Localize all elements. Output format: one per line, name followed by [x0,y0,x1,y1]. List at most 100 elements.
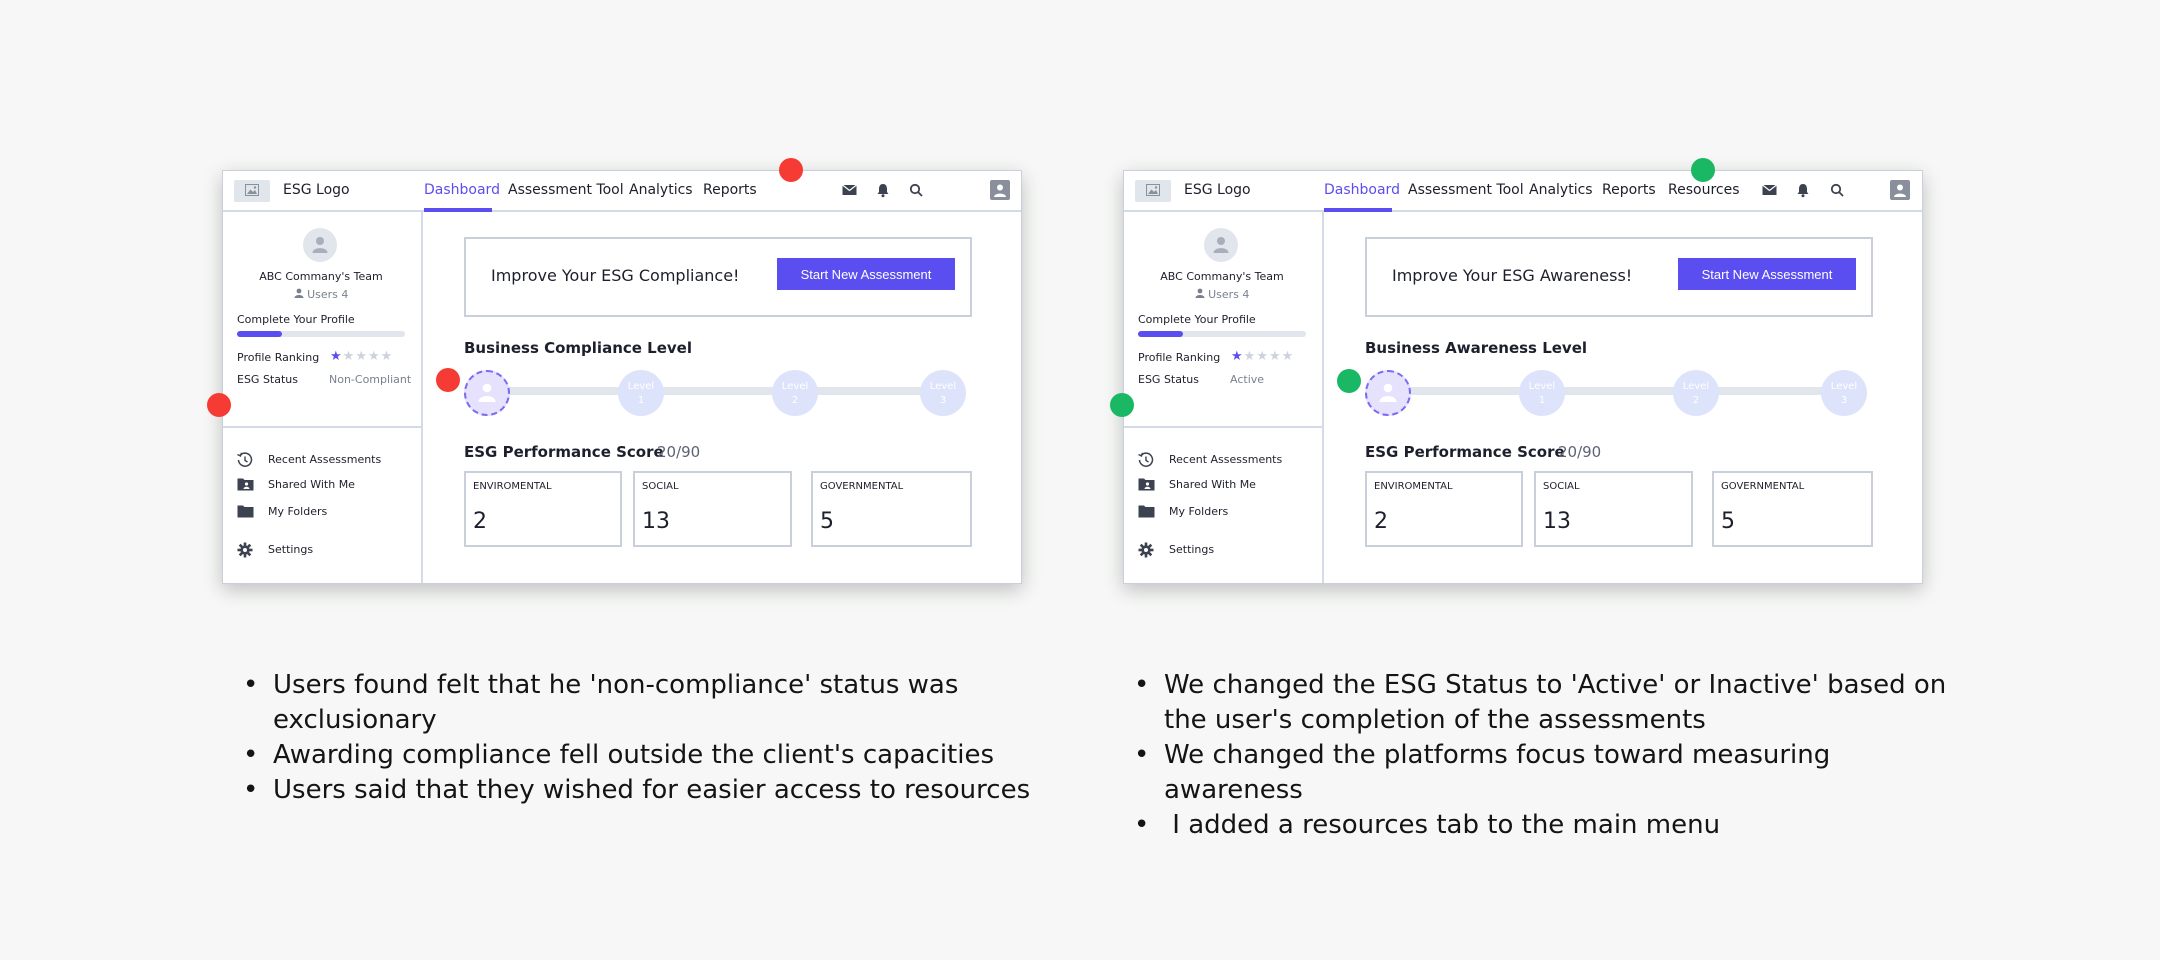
image-icon [1135,180,1171,202]
tab-dashboard[interactable]: Dashboard [424,182,500,198]
start-new-assessment-button[interactable]: Start New Assessment [1678,258,1856,290]
sidebar-item-recent-assessments[interactable]: Recent Assessments [1138,451,1318,469]
profile-progress-bar [1138,331,1306,337]
user-account-icon[interactable] [1890,180,1910,200]
tab-analytics[interactable]: Analytics [629,182,693,198]
level-word: Level [1830,381,1858,392]
gear-icon [1138,542,1154,558]
profile-ranking-label: Profile Ranking [1138,351,1221,364]
sidebar-item-shared-with-me[interactable]: Shared With Me [1138,476,1318,494]
score-label: SOCIAL [1543,481,1580,492]
performance-score-value: 20/90 [657,443,701,461]
tab-reports[interactable]: Reports [703,182,757,198]
mail-icon[interactable] [842,183,857,197]
sidebar-item-label: Shared With Me [1169,478,1256,491]
history-icon [237,452,253,467]
tab-assessment-tool[interactable]: Assessment Tool [1408,182,1524,198]
score-label: GOVERNMENTAL [1721,481,1805,492]
star-icon: ★ [342,349,356,364]
level-title: Business Awareness Level [1365,339,1588,357]
sidebar-item-label: Settings [1169,543,1215,556]
level-word: Level [627,381,655,392]
star-icon: ★ [330,349,343,364]
banner-text: Improve Your ESG Awareness! [1392,266,1633,285]
annotation-marker-nav-before [779,158,803,182]
tab-assessment-tool[interactable]: Assessment Tool [508,182,624,198]
level-3-node: Level 3 [920,370,966,416]
sidebar-item-shared-with-me[interactable]: Shared With Me [237,476,417,494]
level-word: Level [1528,381,1556,392]
sidebar: ABC Commany's Team Users 4 Complete Your… [223,212,423,583]
score-value: 2 [1374,509,1388,534]
main-content: Improve Your ESG Awareness! Start New As… [1324,212,1922,583]
level-3-node: Level 3 [1821,370,1867,416]
sidebar-item-label: My Folders [1169,505,1229,518]
level-number: 1 [1538,395,1546,406]
user-icon [294,288,304,298]
esg-status-label: ESG Status [1138,373,1200,386]
mail-icon[interactable] [1762,183,1777,197]
team-name: ABC Commany's Team [259,270,383,283]
sidebar-item-settings[interactable]: Settings [1138,541,1318,559]
level-number: 1 [637,395,645,406]
bell-icon[interactable] [876,183,890,198]
sidebar-item-settings[interactable]: Settings [237,541,417,559]
list-item: Users found felt that he 'non-compliance… [243,668,1043,738]
top-nav: ESG Logo Dashboard Assessment Tool Analy… [1124,171,1922,212]
user-account-icon[interactable] [990,180,1010,200]
search-icon[interactable] [909,183,923,197]
banner-text: Improve Your ESG Compliance! [491,266,740,285]
users-count: Users 4 [1124,288,1320,301]
star-icon: ★ [355,349,368,364]
profile-ranking-label: Profile Ranking [237,351,320,364]
list-item: We changed the ESG Status to 'Active' or… [1134,668,1964,738]
shared-folder-icon [237,478,254,491]
star-icon: ★ [367,349,381,364]
tab-reports[interactable]: Reports [1602,182,1656,198]
top-nav: ESG Logo Dashboard Assessment Tool Analy… [223,171,1021,212]
level-2-node: Level 2 [772,370,818,416]
score-label: SOCIAL [642,481,679,492]
list-item: I added a resources tab to the main menu [1134,808,1964,843]
bell-icon[interactable] [1796,183,1810,198]
score-label: ENVIROMENTAL [1374,481,1453,492]
avatar[interactable] [1204,228,1238,262]
divider [223,426,423,428]
performance-score-value: 20/90 [1558,443,1602,461]
mockup-before: ESG Logo Dashboard Assessment Tool Analy… [222,170,1022,584]
shared-folder-icon [1138,478,1155,491]
sidebar-item-label: Recent Assessments [268,453,382,466]
star-icon: ★ [1256,349,1269,364]
sidebar-item-my-folders[interactable]: My Folders [237,503,417,521]
start-new-assessment-button[interactable]: Start New Assessment [777,258,955,290]
gear-icon [237,542,253,558]
performance-score-title: ESG Performance Score [1365,443,1565,461]
complete-profile-link[interactable]: Complete Your Profile [237,313,355,326]
tab-dashboard[interactable]: Dashboard [1324,182,1400,198]
sidebar-item-recent-assessments[interactable]: Recent Assessments [237,451,417,469]
profile-ranking-stars: ★★★★★ [330,349,393,364]
star-icon: ★ [1231,349,1244,364]
complete-profile-link[interactable]: Complete Your Profile [1138,313,1256,326]
esg-status-value: Non-Compliant [329,373,412,386]
profile-progress-fill [1138,331,1184,337]
tab-analytics[interactable]: Analytics [1529,182,1593,198]
level-number: 3 [939,395,947,406]
profile-ranking-stars: ★★★★★ [1231,349,1294,364]
level-1-node: Level 1 [618,370,664,416]
search-icon[interactable] [1830,183,1844,197]
level-track [1384,387,1854,395]
logo-text: ESG Logo [283,182,350,198]
score-card-environmental: ENVIROMENTAL 2 [1365,471,1523,547]
list-item: Awarding compliance fell outside the cli… [243,738,1043,773]
score-value: 5 [820,509,834,534]
star-icon: ★ [1268,349,1282,364]
avatar[interactable] [303,228,337,262]
score-label: ENVIROMENTAL [473,481,552,492]
list-item: We changed the platforms focus toward me… [1134,738,1964,808]
sidebar-item-my-folders[interactable]: My Folders [1138,503,1318,521]
users-count: Users 4 [223,288,419,301]
level-track [483,387,953,395]
score-value: 2 [473,509,487,534]
tab-resources[interactable]: Resources [1668,182,1740,198]
